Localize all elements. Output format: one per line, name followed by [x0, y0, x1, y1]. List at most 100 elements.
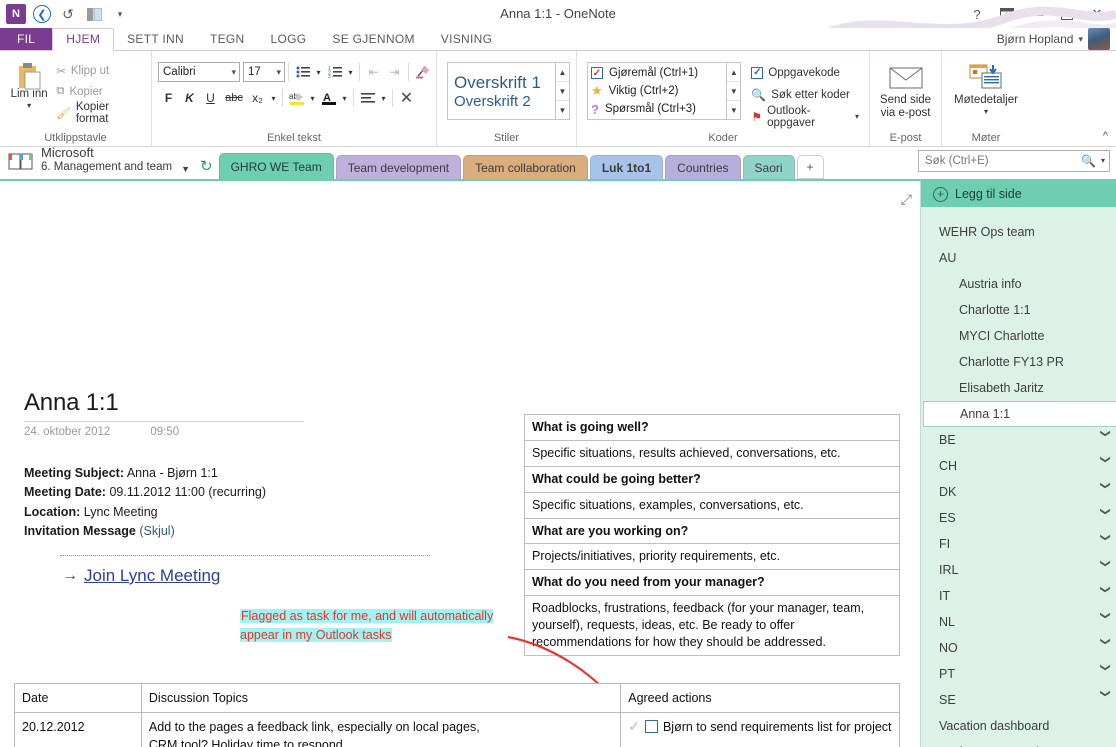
cell-action[interactable]: ✓ Bjørn to send requirements list for pr… — [620, 712, 900, 747]
page-list[interactable]: WEHR Ops team AU Austria info Charlotte … — [921, 207, 1116, 747]
restore-icon[interactable] — [1052, 1, 1082, 27]
scroll-up-icon[interactable]: ▲ — [727, 63, 741, 82]
scroll-down-icon[interactable]: ▼ — [727, 82, 741, 101]
font-family-select[interactable]: Calibri ▾ — [158, 62, 240, 82]
page-title-block[interactable]: Anna 1:1 24. oktober 2012 09:50 — [24, 389, 304, 438]
page-item-it[interactable]: IT ❯ — [921, 583, 1116, 609]
bullet-list-button[interactable] — [292, 62, 313, 82]
search-area[interactable]: Søk (Ctrl+E) 🔍 ▾ — [918, 149, 1116, 177]
send-page-by-email-button[interactable]: Send side via e-post — [876, 62, 935, 123]
page-title[interactable]: Anna 1:1 — [24, 389, 304, 417]
page-item-vacation-dashboard[interactable]: Vacation dashboard — [921, 713, 1116, 739]
styles-scroll[interactable]: ▲ ▼ ▼ — [555, 62, 570, 120]
chevron-down-icon[interactable]: ▾ — [27, 101, 31, 110]
page-item-pt[interactable]: PT ❯ — [921, 661, 1116, 687]
copy-button[interactable]: ⧉ Kopier — [52, 81, 145, 102]
join-lync-meeting-link[interactable]: Join Lync Meeting — [84, 566, 220, 586]
section-tab-ghro-we-team[interactable]: GHRO WE Team — [218, 153, 334, 179]
customize-quick-access-icon[interactable]: ▾ — [110, 4, 130, 24]
bullet-list-caret[interactable]: ▾ — [313, 62, 324, 82]
ribbon-display-options-icon[interactable] — [992, 1, 1022, 27]
chevron-down-icon[interactable]: ❯ — [1099, 663, 1110, 685]
ribbon-tab-visning[interactable]: VISNING — [428, 29, 505, 50]
chevron-down-icon[interactable]: ❯ — [1099, 533, 1110, 555]
format-painter-button[interactable]: 🖌 Kopier format — [52, 101, 145, 125]
sync-icon[interactable]: ↻ — [198, 157, 219, 179]
align-button[interactable] — [357, 88, 378, 108]
cell-topics[interactable]: Add to the pages a feedback link, especi… — [140, 712, 622, 747]
find-tags-button[interactable]: 🔍 Søk etter koder — [747, 84, 863, 105]
join-lync-meeting-row[interactable]: → Join Lync Meeting — [62, 566, 220, 586]
ribbon-tab-tegn[interactable]: TEGN — [197, 29, 258, 50]
page-item-nl[interactable]: NL ❯ — [921, 609, 1116, 635]
underline-button[interactable]: U — [200, 88, 221, 108]
scroll-down-icon[interactable]: ▼ — [555, 82, 569, 101]
styles-more-icon[interactable]: ▼ — [556, 101, 569, 119]
page-item-ch[interactable]: CH ❯ — [921, 453, 1116, 479]
section-tabs[interactable]: GHRO WE Team Team development Team colla… — [218, 153, 826, 179]
section-tab-team-development[interactable]: Team development — [335, 155, 462, 179]
subscript-caret[interactable]: ▾ — [268, 88, 279, 108]
tags-gallery[interactable]: ✓ Gjøremål (Ctrl+1) ★ Viktig (Ctrl+2) ? … — [587, 62, 728, 120]
highlight-caret[interactable]: ▾ — [307, 88, 318, 108]
page-item-austria-info[interactable]: Austria info — [921, 271, 1116, 297]
page-list-pane[interactable]: + Legg til side WEHR Ops team AU Austria… — [920, 181, 1116, 747]
outlook-tasks-button[interactable]: ⚑ Outlook-oppgaver ▾ — [747, 105, 863, 129]
chevron-down-icon[interactable]: ▾ — [270, 67, 281, 78]
bold-button[interactable]: F — [158, 88, 179, 108]
page-item-se[interactable]: SE ❯ — [921, 687, 1116, 713]
decrease-indent-button[interactable]: ⇤ — [363, 62, 384, 82]
italic-button[interactable]: K — [179, 88, 200, 108]
page-item-irl[interactable]: IRL ❯ — [921, 557, 1116, 583]
cell-date[interactable]: 20.12.2012 — [14, 712, 142, 747]
ribbon-tab-sett-inn[interactable]: SETT INN — [114, 29, 197, 50]
back-icon[interactable]: ❮ — [32, 4, 52, 24]
chevron-down-icon[interactable]: ▾ — [855, 112, 859, 121]
strikethrough-button[interactable]: abc — [221, 88, 247, 108]
style-overskrift-2[interactable]: Overskrift 2 — [454, 93, 555, 110]
font-color-button[interactable]: A — [318, 88, 339, 108]
page-item-performance-review-fy12[interactable]: Performance Review FY12 — [921, 739, 1116, 747]
chevron-down-icon[interactable]: ▾ — [225, 67, 236, 78]
font-size-select[interactable]: 17 ▾ — [243, 62, 285, 82]
search-box[interactable]: Søk (Ctrl+E) 🔍 ▾ — [918, 149, 1110, 172]
chevron-down-icon[interactable]: ❯ — [1099, 611, 1110, 633]
ribbon-tab-fil[interactable]: FIL — [0, 28, 53, 50]
cut-button[interactable]: ✂ Klipp ut — [52, 60, 145, 81]
quick-access-toolbar[interactable]: N ❮ ↺ ▾ — [0, 4, 130, 24]
table-row[interactable]: 20.12.2012 Add to the pages a feedback l… — [14, 712, 900, 747]
ribbon-tab-bar[interactable]: FIL HJEM SETT INN TEGN LOGG SE GJENNOM V… — [0, 28, 1116, 51]
help-icon[interactable]: ? — [962, 1, 992, 27]
page-item-dk[interactable]: DK ❯ — [921, 479, 1116, 505]
paste-button[interactable]: Lim inn ▾ — [6, 56, 52, 112]
page-item-wehr-ops-team[interactable]: WEHR Ops team — [921, 219, 1116, 245]
add-section-button[interactable]: + — [796, 155, 824, 179]
questions-table[interactable]: What is going well? Specific situations,… — [524, 414, 900, 656]
close-icon[interactable]: ✕ — [1082, 1, 1112, 27]
invitation-toggle-link[interactable]: (Skjul) — [139, 524, 174, 538]
task-tag-button[interactable]: ✓ Oppgavekode — [747, 62, 863, 83]
discussion-table[interactable]: Date Discussion Topics Agreed actions 20… — [14, 682, 900, 747]
avatar[interactable] — [1088, 28, 1110, 50]
increase-indent-button[interactable]: ⇥ — [384, 62, 405, 82]
chevron-down-icon[interactable]: ❯ — [1099, 481, 1110, 503]
ribbon-tab-se-gjennom[interactable]: SE GJENNOM — [319, 29, 427, 50]
window-controls[interactable]: ? — ✕ — [962, 1, 1116, 27]
chevron-down-icon[interactable]: ❯ — [1099, 507, 1110, 529]
page-item-be[interactable]: BE ❯ — [921, 427, 1116, 453]
user-account[interactable]: Bjørn Hopland ▾ — [997, 28, 1116, 50]
chevron-down-icon[interactable]: ▾ — [1078, 34, 1083, 45]
numbered-list-button[interactable]: 123 — [324, 62, 345, 82]
todo-checkbox[interactable] — [644, 720, 658, 734]
highlight-button[interactable]: ab — [286, 88, 307, 108]
outlook-flag-check-icon[interactable]: ✓ — [628, 718, 640, 733]
page-item-au[interactable]: AU — [921, 245, 1116, 271]
section-tab-team-collaboration[interactable]: Team collaboration — [463, 155, 588, 179]
chevron-down-icon[interactable]: ❯ — [1099, 455, 1110, 477]
notebook-selector[interactable]: Microsoft 6. Management and team ▼ — [0, 145, 198, 179]
page-item-myci-charlotte[interactable]: MYCI Charlotte — [921, 323, 1116, 349]
section-tab-luk-1to1[interactable]: Luk 1to1 — [589, 155, 664, 179]
styles-gallery[interactable]: Overskrift 1 Overskrift 2 — [447, 62, 556, 120]
dock-icon[interactable] — [84, 4, 104, 24]
chevron-down-icon[interactable]: ▾ — [984, 107, 988, 116]
